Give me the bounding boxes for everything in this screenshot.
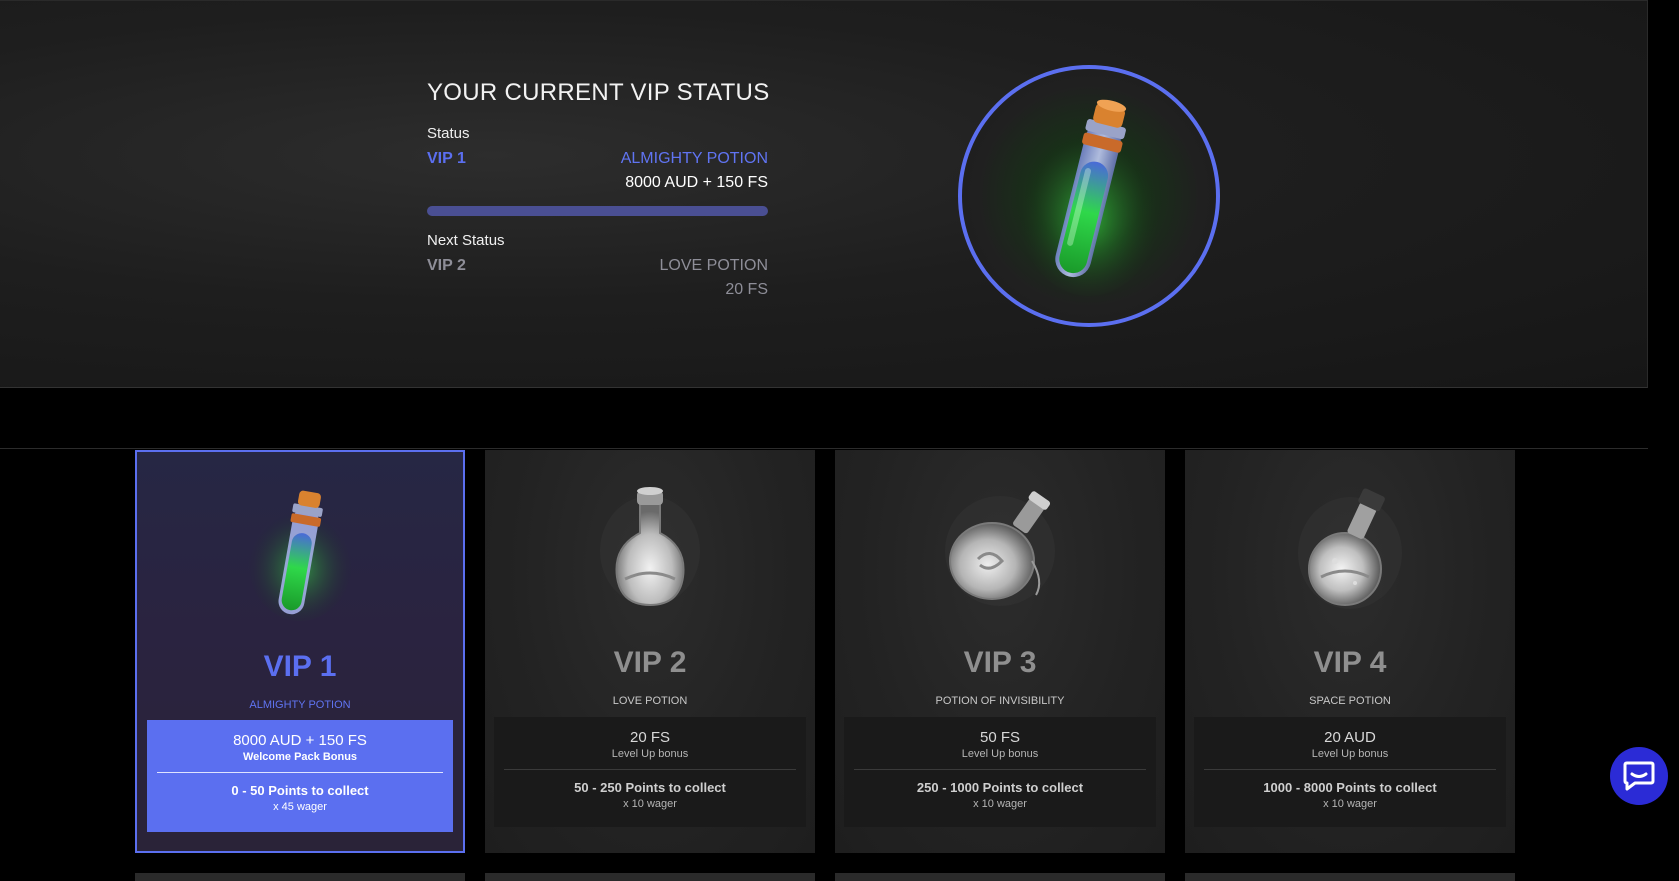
vip-card-tier: VIP 2 <box>613 646 687 679</box>
vip-card-points: 50 - 250 Points to collect <box>574 780 726 795</box>
vip-card-tier: VIP 1 <box>263 650 337 683</box>
vip-card-wager: x 10 wager <box>973 798 1027 810</box>
vip-card-tier: VIP 3 <box>963 646 1037 679</box>
status-title: YOUR CURRENT VIP STATUS <box>427 79 770 106</box>
next-card-row-edge <box>1185 873 1515 881</box>
vip-card-amount: 20 AUD <box>1324 729 1376 746</box>
green-potion-icon <box>248 490 352 621</box>
next-card-row-edge <box>135 873 465 881</box>
next-card-row-edge <box>835 873 1165 881</box>
vip-card-info: 20 FS Level Up bonus 50 - 250 Points to … <box>494 717 806 827</box>
current-potion-name: ALMIGHTY POTION <box>620 150 768 167</box>
scrollbar-track[interactable] <box>1648 0 1679 881</box>
flat-flask-icon <box>945 490 1055 606</box>
vip-card-wager: x 45 wager <box>273 801 327 813</box>
divider <box>854 769 1146 770</box>
status-progress-bar <box>427 206 768 216</box>
vip-card-bonus-type: Level Up bonus <box>961 748 1039 760</box>
vip-card-potion: SPACE POTION <box>1309 695 1391 707</box>
vip-card-bonus-type: Level Up bonus <box>611 748 689 760</box>
current-potion-badge <box>958 65 1220 327</box>
vip-card-potion: POTION OF INVISIBILITY <box>935 695 1065 707</box>
vip-card-info: 50 FS Level Up bonus 250 - 1000 Points t… <box>844 717 1156 827</box>
vip-card-info: 8000 AUD + 150 FS Welcome Pack Bonus 0 -… <box>147 720 453 832</box>
vip-card-bonus-type: Level Up bonus <box>1311 748 1389 760</box>
current-reward: 8000 AUD + 150 FS <box>625 174 768 191</box>
vip-card-amount: 8000 AUD + 150 FS <box>233 732 367 749</box>
vip-card-points: 1000 - 8000 Points to collect <box>1263 780 1437 795</box>
next-card-row-edge <box>485 873 815 881</box>
vip-card-potion: LOVE POTION <box>612 695 688 707</box>
vip-card-2[interactable]: VIP 2 LOVE POTION 20 FS Level Up bonus 5… <box>485 450 815 853</box>
vip-page: YOUR CURRENT VIP STATUS Status VIP 1 ALM… <box>0 0 1679 881</box>
vip-card-3[interactable]: VIP 3 POTION OF INVISIBILITY 50 FS Level… <box>835 450 1165 853</box>
divider <box>504 769 796 770</box>
vip-card-tier: VIP 4 <box>1313 646 1387 679</box>
vip-card-info: 20 AUD Level Up bonus 1000 - 8000 Points… <box>1194 717 1506 827</box>
vip-card-1[interactable]: VIP 1 ALMIGHTY POTION 8000 AUD + 150 FS … <box>135 450 465 853</box>
status-label: Status <box>427 125 470 142</box>
status-panel: YOUR CURRENT VIP STATUS Status VIP 1 ALM… <box>427 79 770 299</box>
vip-card-bonus-type: Welcome Pack Bonus <box>242 751 358 763</box>
next-status-row: VIP 2 LOVE POTION 20 FS <box>427 257 768 299</box>
vip-card-points: 0 - 50 Points to collect <box>231 783 369 798</box>
vip-card-wager: x 10 wager <box>623 798 677 810</box>
next-status-label: Next Status <box>427 232 505 249</box>
next-reward: 20 FS <box>725 281 768 298</box>
vip-card-points: 250 - 1000 Points to collect <box>916 780 1084 795</box>
green-potion-icon <box>1019 99 1159 296</box>
divider <box>1204 769 1496 770</box>
chat-bubble-icon <box>1623 761 1655 791</box>
vip-card-4[interactable]: VIP 4 SPACE POTION 20 AUD Level Up bonus… <box>1185 450 1515 853</box>
current-status-row: VIP 1 ALMIGHTY POTION 8000 AUD + 150 FS <box>427 150 768 192</box>
vip-card-potion: ALMIGHTY POTION <box>249 699 351 711</box>
vip-status-hero: YOUR CURRENT VIP STATUS Status VIP 1 ALM… <box>0 0 1648 388</box>
vip-card-wager: x 10 wager <box>1323 798 1377 810</box>
divider <box>157 772 443 773</box>
current-vip-level: VIP 1 <box>427 150 466 167</box>
globe-flask-icon <box>1298 487 1402 609</box>
next-vip-level: VIP 2 <box>427 257 466 274</box>
separator-band <box>0 388 1648 449</box>
vip-card-amount: 20 FS <box>629 729 671 746</box>
round-flask-icon <box>600 486 700 606</box>
next-potion-name: LOVE POTION <box>659 257 768 274</box>
chat-button[interactable] <box>1610 747 1668 805</box>
vip-card-amount: 50 FS <box>979 729 1021 746</box>
